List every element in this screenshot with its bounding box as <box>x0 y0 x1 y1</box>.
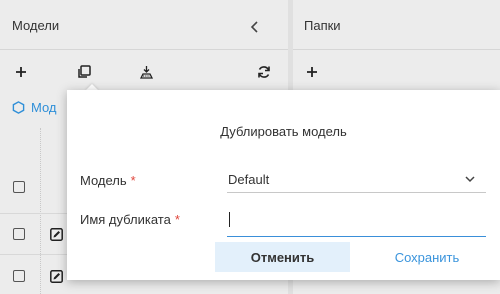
required-mark: * <box>130 173 136 188</box>
duplicate-name-field-label: Имя дубликата * <box>80 212 180 227</box>
collapse-panel-button[interactable] <box>246 18 264 36</box>
model-field-label: Модель * <box>80 173 136 188</box>
copy-icon <box>78 65 91 78</box>
folders-panel-header: Папки <box>293 0 500 50</box>
plus-icon <box>16 67 26 77</box>
select-all-checkbox[interactable] <box>13 181 25 193</box>
plus-icon <box>307 67 317 77</box>
import-model-button[interactable] <box>136 62 156 82</box>
duplicate-model-dialog: Дублировать модель Модель * Default Имя д… <box>67 90 500 280</box>
chevron-left-icon <box>250 21 258 33</box>
chevron-down-icon <box>465 176 475 183</box>
refresh-models-button[interactable] <box>254 62 274 82</box>
duplicate-name-label-text: Имя дубликата <box>80 212 171 227</box>
row-checkbox[interactable] <box>13 270 25 282</box>
add-folder-button[interactable] <box>302 62 322 82</box>
model-label-text: Модель <box>80 173 127 188</box>
row-checkbox[interactable] <box>13 228 25 240</box>
import-icon <box>139 65 153 79</box>
cancel-button[interactable]: Отменить <box>215 242 350 272</box>
refresh-icon <box>258 66 270 78</box>
text-caret <box>229 212 230 227</box>
models-panel-title: Модели <box>12 18 60 33</box>
dialog-title: Дублировать модель <box>220 124 347 139</box>
hexagon-model-icon <box>12 100 25 114</box>
duplicate-name-input[interactable] <box>227 207 486 237</box>
save-button[interactable]: Сохранить <box>365 242 489 272</box>
edit-icon[interactable] <box>50 228 63 241</box>
model-select[interactable]: Default <box>227 165 486 193</box>
model-item-label: Мод <box>31 99 57 115</box>
folders-panel-title: Папки <box>304 18 341 33</box>
model-select-value: Default <box>228 172 270 187</box>
edit-icon[interactable] <box>50 270 63 283</box>
column-divider <box>40 128 41 294</box>
required-mark: * <box>174 212 180 227</box>
add-model-button[interactable] <box>11 62 31 82</box>
model-list-item[interactable]: Мод <box>12 97 57 117</box>
duplicate-model-button[interactable] <box>74 62 94 82</box>
models-panel-header: Модели <box>0 0 288 50</box>
